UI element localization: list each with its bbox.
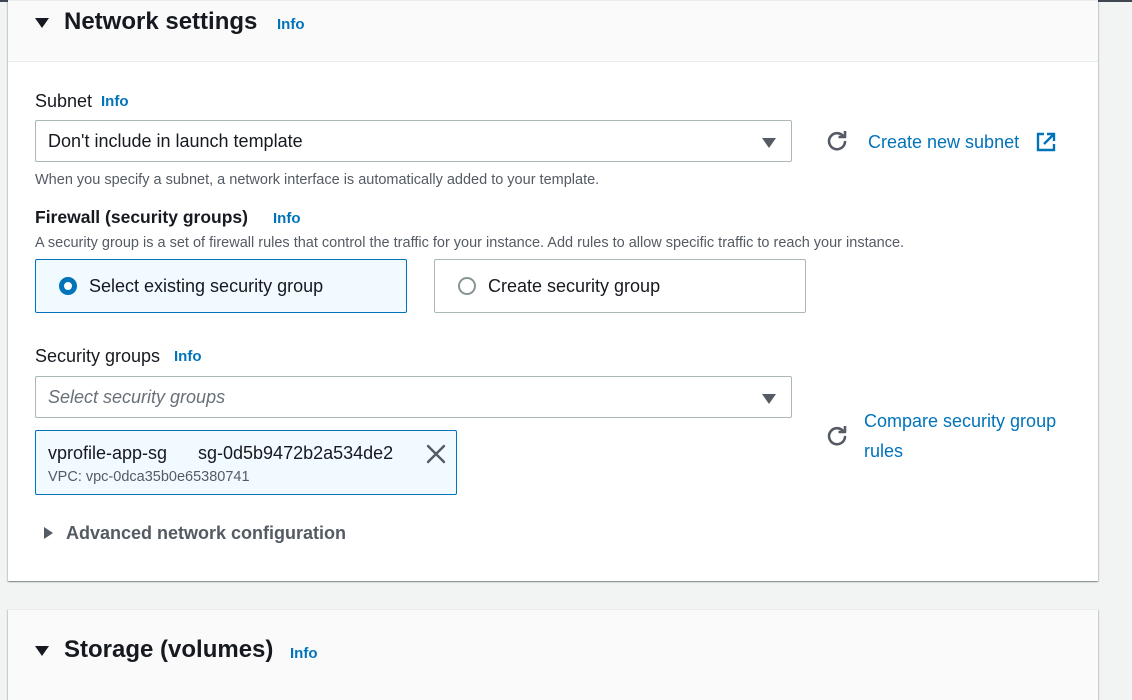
refresh-icon[interactable] xyxy=(824,129,850,155)
subnet-select[interactable]: Don't include in launch template xyxy=(35,120,792,162)
refresh-icon[interactable] xyxy=(824,424,850,450)
create-security-group-tile[interactable]: Create security group xyxy=(434,259,806,313)
security-group-name: vprofile-app-sg xyxy=(48,443,168,463)
subnet-label: Subnet xyxy=(35,91,93,111)
compare-security-group-rules-link[interactable]: Compare security group xyxy=(864,411,1056,432)
external-link-icon[interactable] xyxy=(1035,131,1057,153)
tile-label: Create security group xyxy=(488,276,661,296)
security-group-vpc: VPC: vpc-0dca35b0e65380741 xyxy=(48,469,250,485)
caret-down-icon xyxy=(762,138,776,148)
info-link[interactable]: Info xyxy=(277,16,305,33)
firewall-label: Firewall (security groups) xyxy=(35,207,248,227)
security-groups-info-link[interactable]: Info xyxy=(174,348,202,365)
tile-label: Select existing security group xyxy=(89,276,324,296)
info-link[interactable]: Info xyxy=(290,645,318,662)
expand-caret-icon[interactable] xyxy=(35,646,49,656)
section-title: Network settings xyxy=(64,8,258,35)
compare-security-group-rules-link-line2[interactable]: rules xyxy=(864,441,903,462)
firewall-info-link[interactable]: Info xyxy=(273,210,301,227)
radio-selected[interactable] xyxy=(59,277,77,295)
security-group-id: sg-0d5b9472b2a534de2 xyxy=(198,443,394,463)
advanced-network-configuration-toggle[interactable]: Advanced network configuration xyxy=(66,523,346,544)
network-settings-header[interactable]: Network settings Info xyxy=(8,1,1098,62)
security-groups-placeholder: Select security groups xyxy=(48,387,226,407)
selected-security-group-token: vprofile-app-sg sg-0d5b9472b2a534de2 VPC… xyxy=(35,430,457,495)
caret-down-icon xyxy=(762,394,776,404)
expand-caret-icon[interactable] xyxy=(35,18,49,28)
storage-panel: Storage (volumes) Info xyxy=(8,609,1098,700)
firewall-description: A security group is a set of firewall ru… xyxy=(35,235,905,251)
network-settings-panel: Network settings Info Subnet Info Don't … xyxy=(8,0,1098,581)
radio-unselected[interactable] xyxy=(458,277,476,295)
security-groups-select[interactable]: Select security groups xyxy=(35,376,792,418)
create-new-subnet-link[interactable]: Create new subnet xyxy=(868,132,1019,153)
expand-caret-icon[interactable] xyxy=(44,527,53,539)
subnet-select-value: Don't include in launch template xyxy=(48,131,303,151)
subnet-description: When you specify a subnet, a network int… xyxy=(35,172,600,188)
subnet-info-link[interactable]: Info xyxy=(101,93,129,110)
storage-header[interactable]: Storage (volumes) Info xyxy=(8,610,1098,700)
section-title: Storage (volumes) xyxy=(64,636,274,663)
close-icon[interactable] xyxy=(425,443,447,465)
select-existing-security-group-tile[interactable]: Select existing security group xyxy=(35,259,407,313)
security-groups-label: Security groups xyxy=(35,346,161,366)
